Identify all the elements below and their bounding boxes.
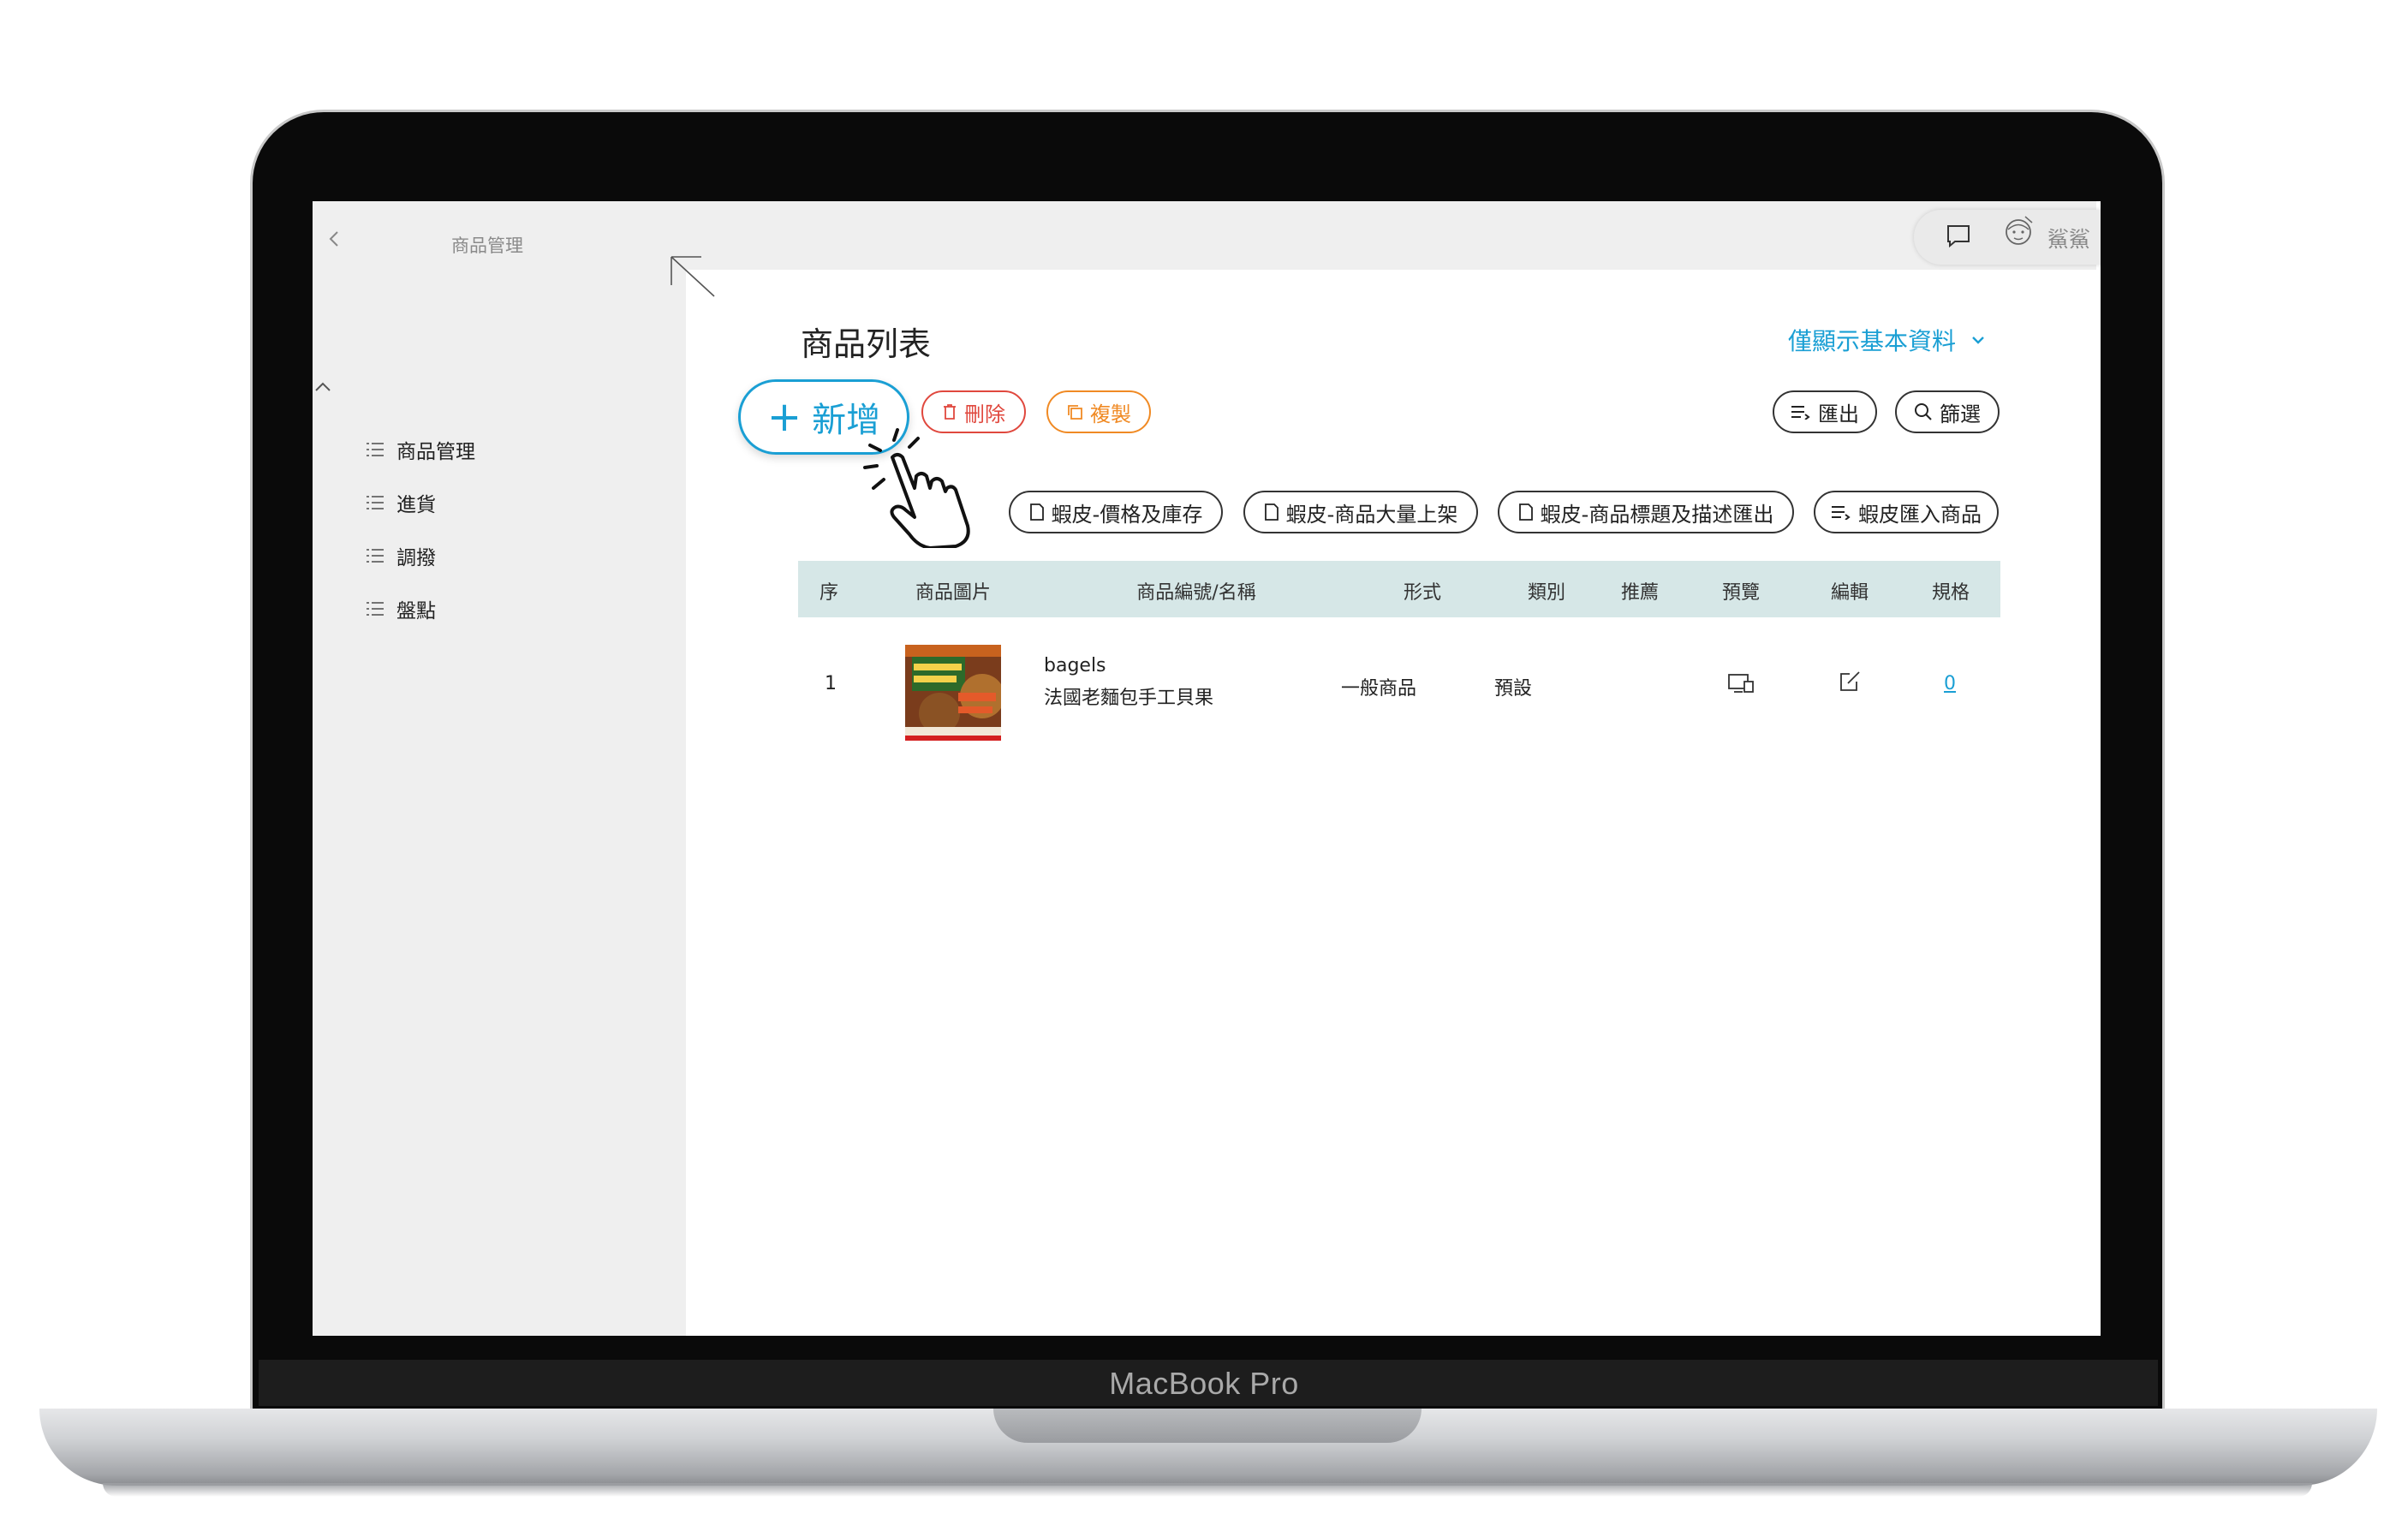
collapse-caret-icon[interactable] [314, 381, 331, 393]
column-header-edit: 編輯 [1830, 582, 1869, 604]
document-icon [1518, 503, 1533, 521]
column-header-preview: 預覽 [1721, 582, 1761, 604]
sidebar-item-purchase[interactable]: 進貨 [366, 487, 436, 518]
search-icon [1915, 403, 1932, 420]
product-category: 預設 [1494, 678, 1533, 700]
view-toggle-label: 僅顯示基本資料 [1788, 327, 1957, 355]
document-icon [1029, 503, 1044, 521]
filter-button[interactable]: 篩選 [1895, 390, 2000, 433]
column-header-code-name: 商品編號/名稱 [1136, 582, 1256, 604]
resize-icon[interactable] [669, 254, 717, 299]
back-icon[interactable] [325, 229, 344, 248]
laptop-shadow [103, 1483, 2312, 1497]
list-icon [367, 496, 384, 509]
row-index: 1 [825, 673, 837, 694]
shopee-bulk-list-label: 蝦皮-商品大量上架 [1285, 502, 1458, 527]
user-name: 鯊鯊 [2047, 227, 2091, 252]
product-image[interactable] [905, 645, 1001, 741]
view-toggle[interactable]: 僅顯示基本資料 [1788, 323, 1985, 357]
sidebar-item-transfer[interactable]: 調撥 [366, 540, 436, 571]
app-screen: 商品管理 商品管理 進貨 調撥 盤點 鯊鯊 [313, 201, 2101, 1336]
sidebar-item-product-management[interactable]: 商品管理 [366, 434, 475, 465]
spec-count-link[interactable]: 0 [1944, 673, 1956, 694]
list-icon [367, 443, 384, 456]
sidebar-title: 商品管理 [451, 235, 523, 256]
import-icon [1832, 506, 1851, 520]
avatar[interactable] [2000, 215, 2039, 254]
sidebar-item-label: 調撥 [396, 547, 436, 569]
edit-icon[interactable] [1838, 670, 1862, 694]
copy-icon [1068, 405, 1082, 420]
trash-icon [944, 404, 956, 420]
top-bar [686, 201, 2101, 270]
column-header-category: 類別 [1527, 582, 1566, 604]
document-icon [1264, 503, 1279, 521]
product-code: bagels [1044, 655, 1106, 676]
product-type: 一般商品 [1341, 678, 1417, 700]
product-name[interactable]: 法國老麵包手工貝果 [1044, 682, 1213, 710]
shopee-bulk-list-button[interactable]: 蝦皮-商品大量上架 [1243, 491, 1478, 533]
pointer-hand-icon [863, 428, 970, 548]
sidebar-item-label: 商品管理 [396, 441, 475, 463]
sidebar-item-label: 盤點 [396, 600, 436, 623]
copy-button-label: 複製 [1090, 402, 1131, 426]
shopee-title-desc-export-label: 蝦皮-商品標題及描述匯出 [1540, 502, 1774, 527]
laptop-notch [993, 1409, 1422, 1443]
shopee-title-desc-export-button[interactable]: 蝦皮-商品標題及描述匯出 [1498, 491, 1794, 533]
sidebar-item-label: 進貨 [396, 494, 436, 516]
column-header-recommend: 推薦 [1620, 582, 1660, 604]
chat-icon[interactable] [1946, 223, 1971, 247]
shopee-price-stock-button[interactable]: 蝦皮-價格及庫存 [1009, 491, 1223, 533]
export-button[interactable]: 匯出 [1773, 390, 1877, 433]
column-header-index: 序 [819, 582, 839, 604]
chevron-down-icon [1972, 337, 1984, 344]
copy-button[interactable]: 複製 [1046, 390, 1151, 433]
filter-button-label: 篩選 [1940, 402, 1981, 426]
sidebar-item-stocktake[interactable]: 盤點 [366, 593, 436, 624]
page-title: 商品列表 [801, 325, 932, 363]
delete-button-label: 刪除 [964, 402, 1005, 426]
list-icon [367, 549, 384, 563]
column-header-image: 商品圖片 [915, 582, 992, 604]
column-header-type: 形式 [1403, 582, 1442, 604]
export-icon [1791, 406, 1810, 420]
delete-button[interactable]: 刪除 [921, 390, 1026, 433]
shopee-price-stock-label: 蝦皮-價格及庫存 [1051, 502, 1203, 527]
device-brand: MacBook Pro [1109, 1366, 1299, 1401]
preview-icon[interactable] [1727, 673, 1755, 694]
shopee-import-label: 蝦皮匯入商品 [1858, 502, 1982, 527]
column-header-spec: 規格 [1931, 582, 1970, 604]
list-icon [367, 602, 384, 616]
export-button-label: 匯出 [1818, 402, 1859, 426]
shopee-import-button[interactable]: 蝦皮匯入商品 [1814, 491, 1999, 533]
plus-icon: + [766, 393, 802, 441]
sidebar: 商品管理 商品管理 進貨 調撥 盤點 [313, 201, 686, 1336]
screen-edge [2096, 201, 2101, 1336]
